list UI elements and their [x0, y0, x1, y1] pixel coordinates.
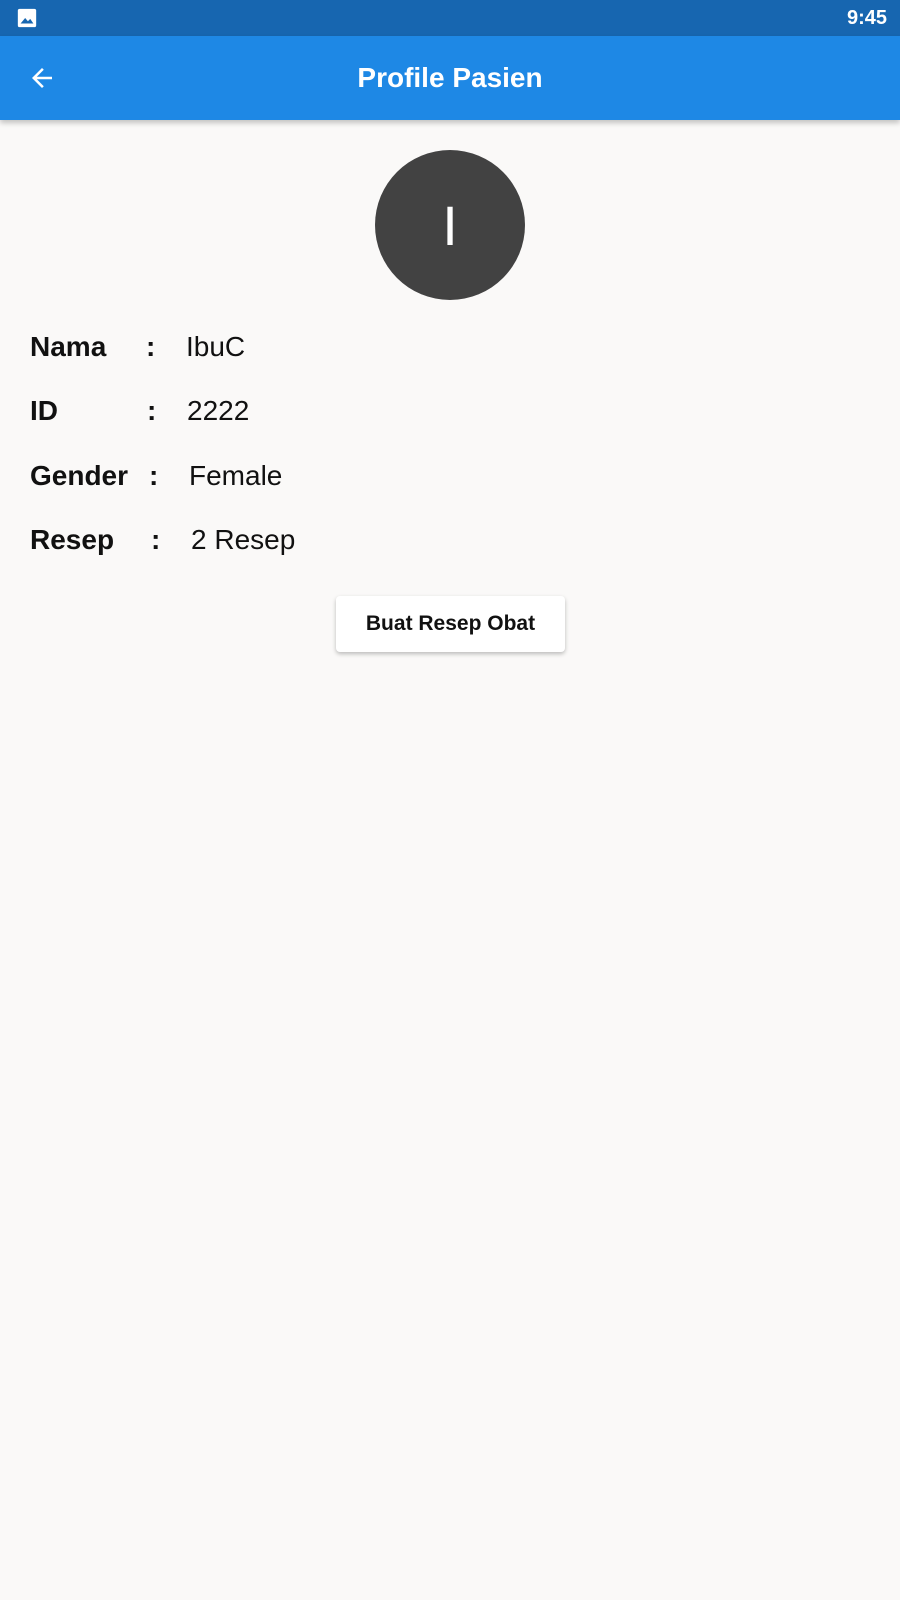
app-bar: Profile Pasien [0, 36, 900, 120]
id-separator: : [147, 395, 157, 426]
resep-separator: : [151, 524, 161, 555]
gender-label: Gender [30, 460, 129, 491]
name-value: IbuC [186, 331, 246, 362]
avatar-initial: I [442, 193, 458, 257]
id-label: ID [30, 395, 58, 426]
info-row-resep: Resep : 2 Resep [30, 524, 730, 564]
page-title: Profile Pasien [357, 62, 543, 93]
avatar: I [375, 150, 525, 300]
status-bar: 9:45 [0, 0, 900, 36]
name-label: Nama [30, 331, 107, 362]
name-separator: : [146, 331, 156, 362]
resep-label: Resep [30, 524, 115, 555]
info-row-gender: Gender : Female [30, 460, 730, 500]
create-prescription-button[interactable]: Buat Resep Obat [336, 596, 565, 652]
info-row-nama: Nama : IbuC [30, 331, 730, 371]
resep-value: 2 Resep [191, 524, 296, 555]
gender-value: Female [189, 460, 283, 491]
gender-separator: : [149, 460, 159, 491]
status-time: 9:45 [846, 7, 887, 29]
info-row-id: ID : 2222 [30, 395, 730, 435]
id-value: 2222 [187, 395, 250, 426]
image-icon [17, 8, 37, 28]
